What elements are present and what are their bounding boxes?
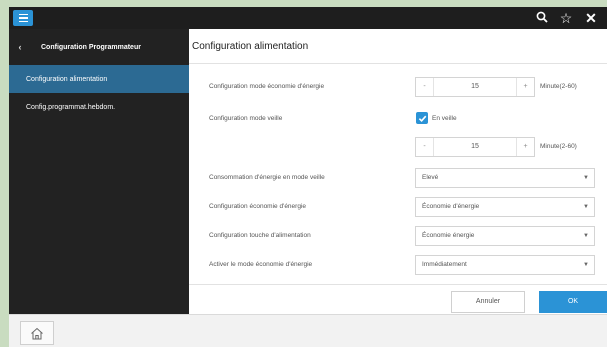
checkmark-icon <box>416 112 428 124</box>
sidebar-item-configuration-alimentation[interactable]: Configuration alimentation <box>9 65 189 93</box>
sleep-mode-value[interactable]: 15 <box>433 138 517 156</box>
sleep-mode-stepper: - 15 + <box>415 137 535 157</box>
sleep-mode-checkbox-label: En veille <box>432 114 457 122</box>
sleep-mode-unit: Minute(2-60) <box>540 143 577 150</box>
top-bar: ☆ ✕ <box>9 7 607 29</box>
star-icon[interactable]: ☆ <box>558 9 574 27</box>
sleep-consumption-row: Consommation d'énergie en mode veille El… <box>189 168 607 188</box>
eco-mode-unit: Minute(2-60) <box>540 83 577 90</box>
activate-eco-row: Activer le mode économie d'énergie Imméd… <box>189 255 607 275</box>
ok-button[interactable]: OK <box>539 291 607 313</box>
sleep-time-row: - 15 + Minute(2-60) <box>189 137 607 157</box>
power-key-row: Configuration touche d'alimentation Écon… <box>189 226 607 246</box>
power-key-label: Configuration touche d'alimentation <box>209 232 311 239</box>
page-title: Configuration alimentation <box>189 29 607 64</box>
menu-icon[interactable] <box>13 10 33 26</box>
close-icon[interactable]: ✕ <box>583 9 599 27</box>
activate-eco-label: Activer le mode économie d'énergie <box>209 261 313 268</box>
eco-mode-label: Configuration mode économie d'énergie <box>209 83 325 90</box>
sidebar-item-label: Configuration alimentation <box>26 75 108 83</box>
sleep-consumption-select[interactable]: Elevé ▼ <box>415 168 595 188</box>
select-value: Économie d'énergie <box>422 203 480 210</box>
chevron-down-icon: ▼ <box>583 175 589 181</box>
main-panel: Configuration alimentation Configuration… <box>189 29 607 314</box>
select-value: Immédiatement <box>422 261 467 268</box>
sidebar-item-label: Config.programmat.hebdom. <box>26 103 116 111</box>
eco-config-select[interactable]: Économie d'énergie ▼ <box>415 197 595 217</box>
power-key-select[interactable]: Économie énergie ▼ <box>415 226 595 246</box>
increment-button[interactable]: + <box>517 78 534 96</box>
search-icon[interactable] <box>534 9 550 27</box>
sleep-mode-row: Configuration mode veille En veille <box>189 109 607 129</box>
eco-config-row: Configuration économie d'énergie Économi… <box>189 197 607 217</box>
cancel-button[interactable]: Annuler <box>451 291 525 313</box>
eco-mode-row: Configuration mode économie d'énergie - … <box>189 77 607 97</box>
eco-mode-stepper: - 15 + <box>415 77 535 97</box>
eco-mode-value[interactable]: 15 <box>433 78 517 96</box>
sleep-consumption-label: Consommation d'énergie en mode veille <box>209 174 325 181</box>
decrement-button[interactable]: - <box>416 138 433 156</box>
device-screen: ☆ ✕ ‹ Configuration Programmateur Config… <box>9 7 607 347</box>
select-value: Elevé <box>422 174 439 181</box>
chevron-down-icon: ▼ <box>583 233 589 239</box>
sidebar-title: Configuration Programmateur <box>41 43 141 51</box>
select-value: Économie énergie <box>422 232 475 239</box>
back-chevron-icon[interactable]: ‹ <box>9 42 31 52</box>
increment-button[interactable]: + <box>517 138 534 156</box>
action-footer: Annuler OK <box>189 284 607 314</box>
sidebar: ‹ Configuration Programmateur Configurat… <box>9 29 189 314</box>
sleep-mode-checkbox[interactable]: En veille <box>416 112 457 124</box>
home-icon[interactable] <box>20 321 54 345</box>
activate-eco-select[interactable]: Immédiatement ▼ <box>415 255 595 275</box>
sidebar-item-config-programmat[interactable]: Config.programmat.hebdom. <box>9 93 189 121</box>
decrement-button[interactable]: - <box>416 78 433 96</box>
sidebar-header: ‹ Configuration Programmateur <box>9 29 189 65</box>
chevron-down-icon: ▼ <box>583 204 589 210</box>
chevron-down-icon: ▼ <box>583 262 589 268</box>
sleep-mode-label: Configuration mode veille <box>209 115 283 122</box>
eco-config-label: Configuration économie d'énergie <box>209 203 306 210</box>
bottom-bar <box>9 314 607 347</box>
